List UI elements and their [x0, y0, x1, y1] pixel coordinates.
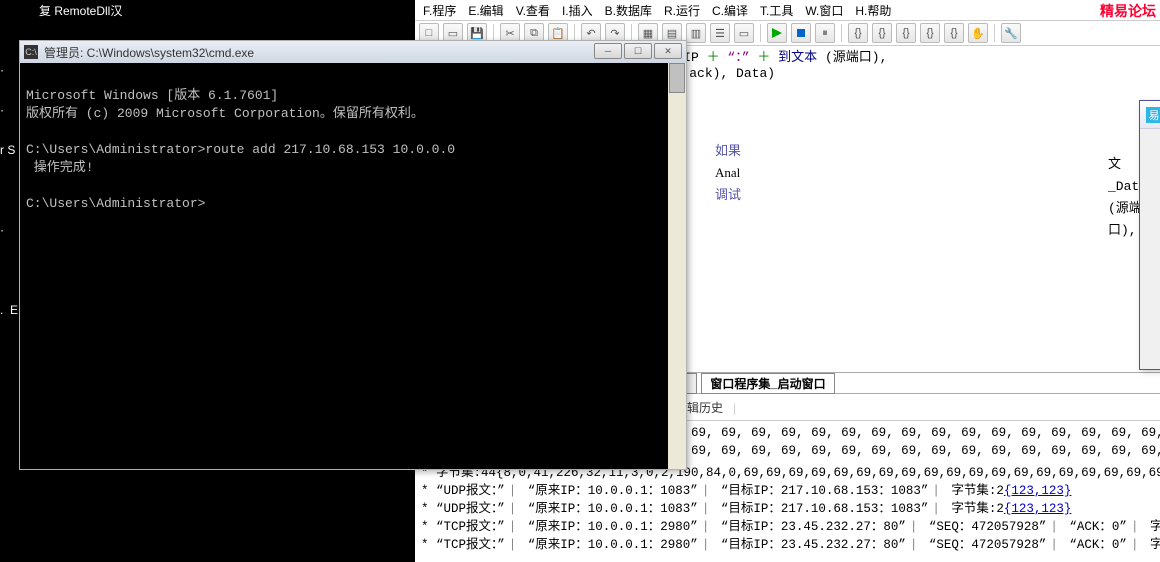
byteset-link[interactable]: {123,123} [1004, 484, 1072, 498]
dialog-titlebar[interactable]: 易 ─ ☐ ✕ [1140, 101, 1160, 129]
close-button[interactable]: ✕ [654, 43, 682, 59]
maximize-button[interactable]: ☐ [624, 43, 652, 59]
app-icon: 易 [1146, 107, 1160, 123]
toolbar-stop-icon[interactable] [791, 23, 811, 43]
output-packet-row: * “UDP报文：”“原来IP：10.0.0.1：1083”“目标IP：217.… [421, 482, 1154, 500]
toolbar-table-icon[interactable]: ▥ [686, 23, 706, 43]
toolbar-separator [994, 24, 995, 42]
menu-compile[interactable]: C.编译 [712, 2, 748, 19]
code-token-debug: 调试 [715, 187, 741, 202]
code-token-srcport: (源端口), [1108, 201, 1142, 238]
tab-winproc-start[interactable]: 窗口程序集_启动窗口 [701, 373, 834, 394]
code-fragment-left: 如果 Anal 调试 [715, 140, 741, 206]
scrollbar-thumb[interactable] [669, 63, 685, 93]
toolbar-brace3-icon[interactable]: {} [896, 23, 916, 43]
cmd-window[interactable]: C:\ 管理员: C:\Windows\system32\cmd.exe ─ ☐… [19, 40, 687, 470]
toolbar-separator [760, 24, 761, 42]
code-token-if: 如果 [715, 143, 741, 158]
menu-tools[interactable]: T.工具 [760, 2, 793, 19]
toolbar-brace5-icon[interactable]: {} [944, 23, 964, 43]
toolbar-wrench-icon[interactable]: 🔧 [1001, 23, 1021, 43]
menu-file[interactable]: F.程序 [423, 2, 456, 19]
toolbar-brace1-icon[interactable]: {} [848, 23, 868, 43]
toolbar-hand-icon[interactable]: ✋ [968, 23, 988, 43]
minimize-button[interactable]: ─ [594, 43, 622, 59]
toolbar-box-icon[interactable]: ▭ [734, 23, 754, 43]
toolbar-run-icon[interactable] [767, 23, 787, 43]
brand-label: 精易论坛 [1100, 1, 1156, 21]
toolbar-brace2-icon[interactable]: {} [872, 23, 892, 43]
cmd-scrollbar[interactable] [668, 63, 686, 469]
cmd-title-text: 管理员: C:\Windows\system32\cmd.exe [44, 44, 254, 61]
menu-edit[interactable]: E.编辑 [468, 2, 503, 19]
output-packet-row: * “TCP报文：”“原来IP：10.0.0.1：2980”“目标IP：23.4… [421, 518, 1154, 536]
desktop-fragment-text: ··r S·. E [0, 50, 18, 330]
toolbar-list-icon[interactable]: ☰ [710, 23, 730, 43]
menu-run[interactable]: R.运行 [664, 2, 700, 19]
dialog-body: 启动 停止 启动读包 测试发送 测试接收 [1140, 129, 1160, 369]
output-packet-row: * “TCP报文：”“原来IP：10.0.0.1：2980”“目标IP：23.4… [421, 536, 1154, 554]
menu-help[interactable]: H.帮助 [855, 2, 891, 19]
cmd-output[interactable]: Microsoft Windows [版本 6.1.7601] 版权所有 (c)… [20, 63, 686, 469]
menubar: F.程序 E.编辑 V.查看 I.插入 B.数据库 R.运行 C.编译 T.工具… [415, 0, 1160, 20]
menu-database[interactable]: B.数据库 [605, 2, 652, 19]
menu-insert[interactable]: I.插入 [562, 2, 593, 19]
output-packet-row: * “UDP报文：”“原来IP：10.0.0.1：1083”“目标IP：217.… [421, 500, 1154, 518]
menu-window[interactable]: W.窗口 [805, 2, 843, 19]
remote-dll-title: 复 RemoteDll汉 [39, 2, 122, 19]
app-dialog[interactable]: 易 ─ ☐ ✕ 启动 停止 启动读包 测试发送 测试接收 [1139, 100, 1160, 370]
toolbar-separator [841, 24, 842, 42]
byteset-link[interactable]: {123,123} [1004, 502, 1072, 516]
toolbar-brace4-icon[interactable]: {} [920, 23, 940, 43]
menu-view[interactable]: V.查看 [516, 2, 550, 19]
toolbar-pause-icon[interactable]: ⏸ [815, 23, 835, 43]
cmd-titlebar[interactable]: C:\ 管理员: C:\Windows\system32\cmd.exe ─ ☐… [20, 41, 686, 63]
code-token-anal: Anal [715, 165, 740, 180]
cmd-icon: C:\ [24, 45, 38, 59]
